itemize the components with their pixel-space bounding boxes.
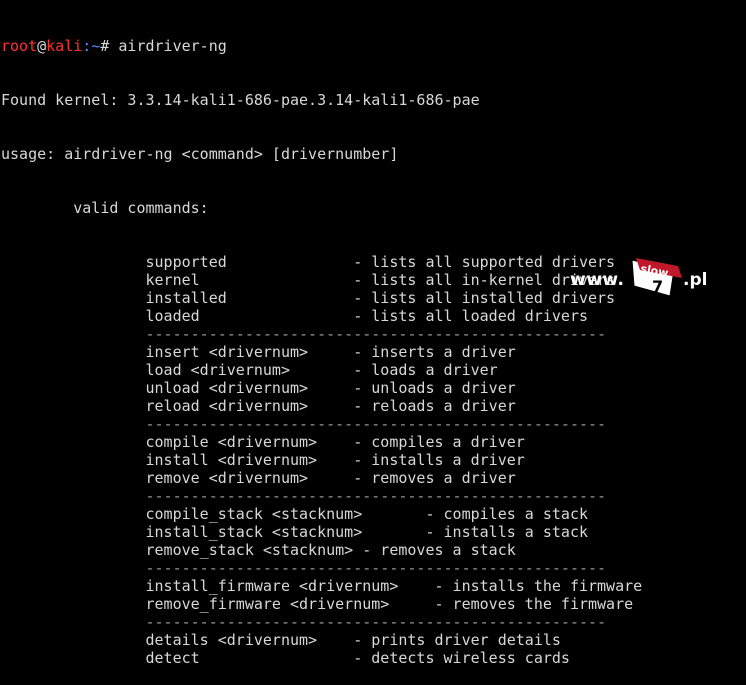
watermark-suffix: .pl <box>683 270 708 290</box>
usage-line: usage: airdriver-ng <command> [drivernum… <box>1 145 399 163</box>
logo-bottom-text: 7 <box>652 277 663 296</box>
watermark-prefix: www. <box>570 270 625 290</box>
command-row: remove_stack <stacknum> - removes a stac… <box>1 541 516 559</box>
prompt-user: root <box>1 37 38 55</box>
command-row: compile <drivernum> - compiles a driver <box>1 433 525 451</box>
command-row: details <drivernum> - prints driver deta… <box>1 631 561 649</box>
command-row: reload <drivernum> - reloads a driver <box>1 397 516 415</box>
command-text: airdriver-ng <box>109 37 227 55</box>
prompt-line: root@kali:~# airdriver-ng <box>1 37 746 55</box>
command-row: insert <drivernum> - inserts a driver <box>1 343 516 361</box>
watermark: www. slow 7 .pl <box>570 256 720 306</box>
command-row: install_firmware <drivernum> - installs … <box>1 577 643 595</box>
terminal-window[interactable]: root@kali:~# airdriver-ng Found kernel: … <box>0 0 746 667</box>
separator-line: ----------------------------------------… <box>1 415 607 433</box>
found-kernel-line: Found kernel: 3.3.14-kali1-686-pae.3.14-… <box>1 91 480 109</box>
prompt-at: @ <box>37 37 47 55</box>
command-row: install <drivernum> - installs a driver <box>1 451 525 469</box>
separator-line: ----------------------------------------… <box>1 613 607 631</box>
valid-commands-heading: valid commands: <box>1 199 209 217</box>
command-row: remove_firmware <drivernum> - removes th… <box>1 595 634 613</box>
command-row: unload <drivernum> - unloads a driver <box>1 379 516 397</box>
command-row: remove <drivernum> - removes a driver <box>1 469 516 487</box>
separator-line: ----------------------------------------… <box>1 559 607 577</box>
prompt-host: kali <box>46 37 83 55</box>
command-row: install_stack <stacknum> - installs a st… <box>1 523 588 541</box>
slow7-logo-icon: slow 7 <box>631 258 682 297</box>
command-row: load <drivernum> - loads a driver <box>1 361 498 379</box>
separator-line: ----------------------------------------… <box>1 325 607 343</box>
prompt-path: :~ <box>82 37 101 55</box>
separator-line: ----------------------------------------… <box>1 487 607 505</box>
command-row: loaded - lists all loaded drivers <box>1 307 588 325</box>
command-row: compile_stack <stacknum> - compiles a st… <box>1 505 588 523</box>
command-row: detect - detects wireless cards <box>1 649 570 667</box>
command-list: supported - lists all supported drivers … <box>1 253 746 667</box>
